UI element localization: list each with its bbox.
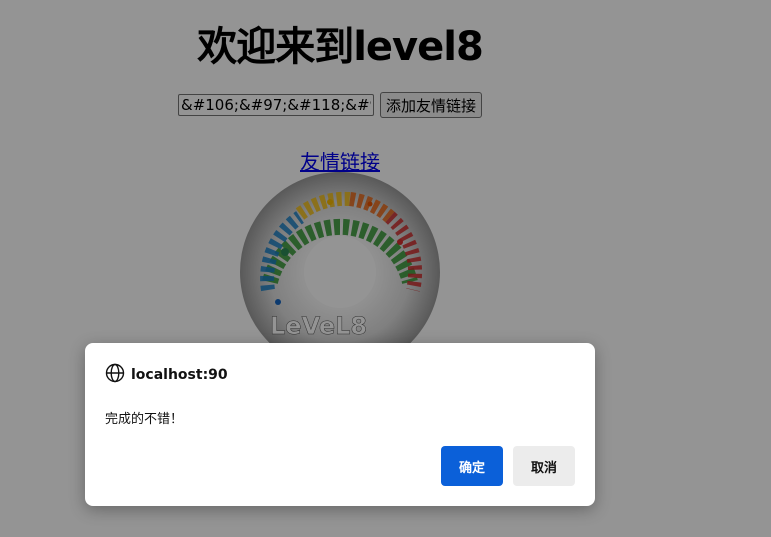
ok-button[interactable]: 确定 [441, 446, 503, 486]
page: 欢迎来到level8 添加友情链接 友情链接 [0, 0, 771, 537]
globe-icon [105, 363, 125, 387]
cancel-button[interactable]: 取消 [513, 446, 575, 486]
dialog-message: 完成的不错！ [105, 412, 184, 427]
alert-dialog: localhost:90 完成的不错！ 确定 取消 [85, 343, 595, 506]
dialog-origin: localhost:90 [131, 367, 228, 383]
dialog-buttons: 确定 取消 [441, 446, 575, 486]
dialog-header: localhost:90 [105, 363, 228, 387]
